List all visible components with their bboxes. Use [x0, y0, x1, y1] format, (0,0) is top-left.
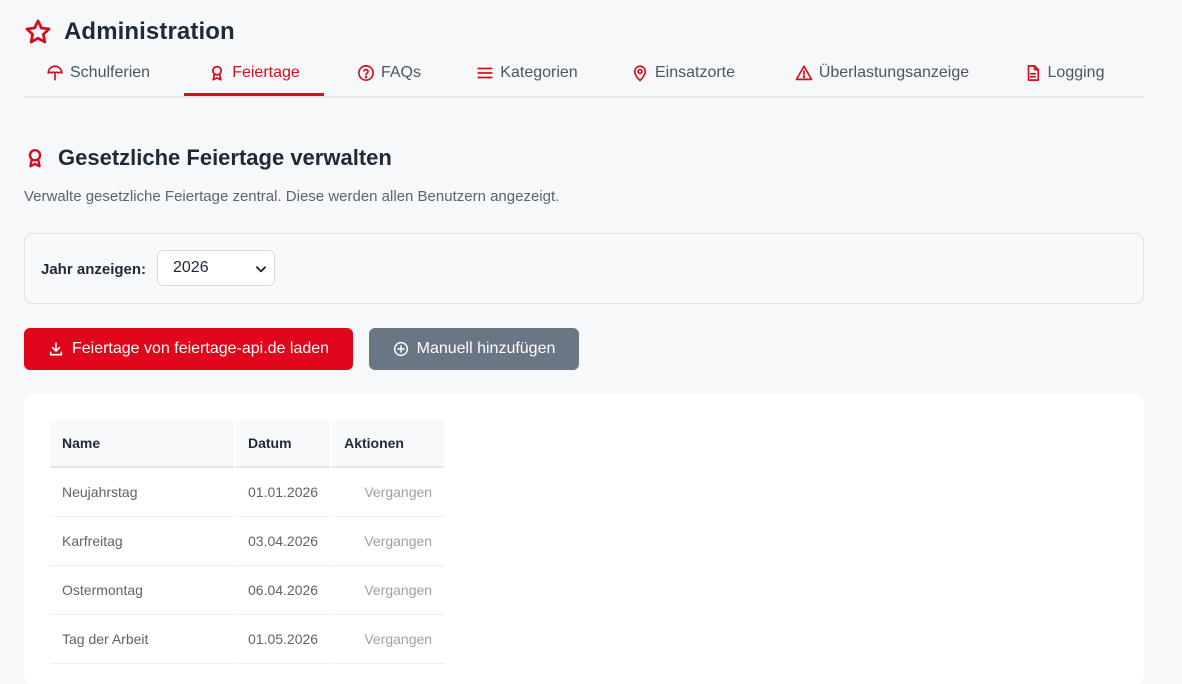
- holidays-table: Name Datum Aktionen Neujahrstag 01.01.20…: [48, 420, 446, 664]
- umbrella-icon: [47, 65, 63, 81]
- table-row: Tag der Arbeit 01.05.2026 Vergangen: [50, 615, 445, 664]
- holiday-status: Vergangen: [332, 566, 445, 615]
- holidays-table-card: Name Datum Aktionen Neujahrstag 01.01.20…: [24, 394, 1144, 684]
- question-circle-icon: [358, 65, 374, 81]
- section-header: Gesetzliche Feiertage verwalten: [24, 144, 392, 172]
- chevron-down-icon: [255, 266, 267, 273]
- year-select[interactable]: 2026: [157, 250, 275, 286]
- map-pin-icon: [633, 65, 647, 82]
- menu-lines-icon: [477, 67, 493, 79]
- holiday-name: Karfreitag: [50, 517, 234, 566]
- section-title: Gesetzliche Feiertage verwalten: [58, 145, 392, 170]
- tab-label: Überlastungsanzeige: [818, 64, 970, 81]
- year-filter-card: Jahr anzeigen: 2026: [24, 233, 1144, 304]
- table-row: Ostermontag 06.04.2026 Vergangen: [50, 566, 445, 615]
- plus-circle-icon: [393, 341, 408, 357]
- holiday-name: Tag der Arbeit: [50, 615, 234, 664]
- holiday-status: Vergangen: [332, 468, 445, 517]
- holiday-date: 06.04.2026: [236, 566, 331, 615]
- warning-triangle-icon: [795, 65, 813, 81]
- tab-schulferien[interactable]: Schulferien: [34, 52, 184, 94]
- tab-label: Kategorien: [500, 64, 578, 81]
- tab-ueberlastungsanzeige[interactable]: Überlastungsanzeige: [784, 52, 980, 94]
- year-filter-label: Jahr anzeigen:: [41, 261, 147, 278]
- year-select-value: 2026: [173, 259, 209, 276]
- holiday-status: Vergangen: [332, 517, 445, 566]
- table-header-row: Name Datum Aktionen: [50, 420, 445, 468]
- holiday-date: 03.04.2026: [236, 517, 331, 566]
- holiday-name: Neujahrstag: [50, 468, 234, 517]
- add-manual-label: Manuell hinzufügen: [416, 340, 556, 357]
- tab-label: Feiertage: [232, 64, 300, 81]
- holiday-status: Vergangen: [332, 615, 445, 664]
- column-header-date: Datum: [236, 420, 331, 468]
- holiday-date: 01.01.2026: [236, 468, 331, 517]
- tab-label: Einsatzorte: [654, 64, 736, 81]
- column-header-actions: Aktionen: [332, 420, 445, 468]
- page-header: Administration: [24, 14, 235, 50]
- star-icon: [25, 19, 51, 44]
- section-description: Verwalte gesetzliche Feiertage zentral. …: [24, 188, 560, 205]
- download-icon: [49, 342, 63, 356]
- tab-label: Logging: [1047, 64, 1105, 81]
- load-holidays-button[interactable]: Feiertage von feiertage-api.de laden: [24, 328, 353, 370]
- table-row: Neujahrstag 01.01.2026 Vergangen: [50, 468, 445, 517]
- tab-einsatzorte[interactable]: Einsatzorte: [622, 52, 744, 94]
- award-icon: [28, 149, 42, 168]
- column-header-name: Name: [50, 420, 234, 468]
- tab-faqs[interactable]: FAQs: [346, 52, 432, 94]
- load-holidays-label: Feiertage von feiertage-api.de laden: [71, 340, 330, 357]
- document-icon: [1027, 65, 1039, 81]
- tab-logging[interactable]: Logging: [1016, 52, 1112, 94]
- tab-label: FAQs: [380, 64, 421, 81]
- admin-tabs: Schulferien Feiertage FAQs Kategorien Ei…: [24, 52, 1144, 98]
- holiday-name: Ostermontag: [50, 566, 234, 615]
- table-row: Karfreitag 03.04.2026 Vergangen: [50, 517, 445, 566]
- tab-feiertage[interactable]: Feiertage: [184, 52, 324, 96]
- page-title: Administration: [64, 18, 235, 45]
- award-icon: [212, 65, 223, 81]
- holiday-date: 01.05.2026: [236, 615, 331, 664]
- add-manual-button[interactable]: Manuell hinzufügen: [369, 328, 579, 370]
- tab-label: Schulferien: [70, 64, 151, 81]
- tab-kategorien[interactable]: Kategorien: [464, 52, 590, 94]
